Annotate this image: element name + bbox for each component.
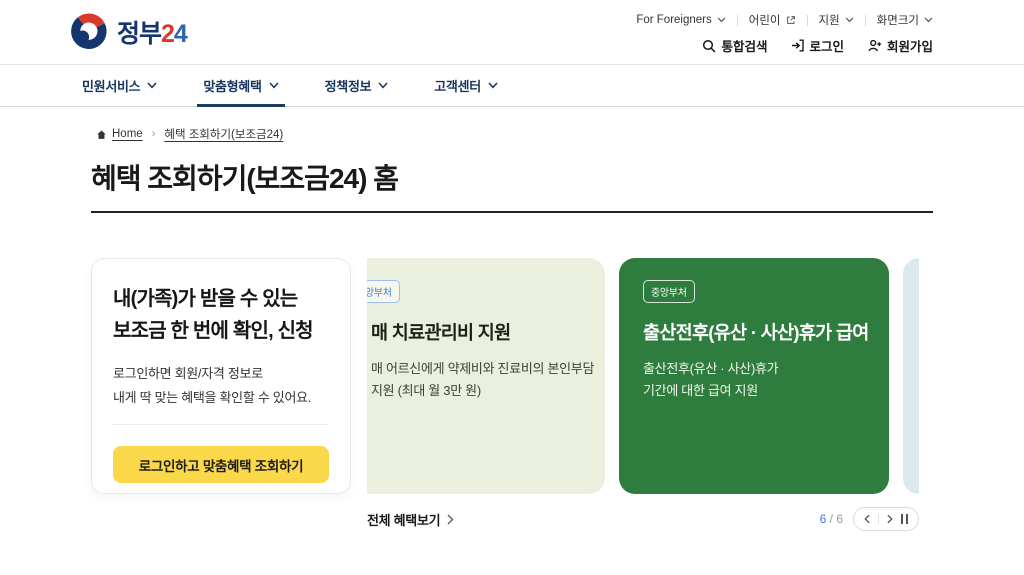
breadcrumb-current[interactable]: 혜택 조회하기(보조금24) [164, 126, 283, 142]
carousel-footer: 전체 혜택보기 6 / 6 [367, 507, 919, 531]
breadcrumb-separator: › [151, 128, 156, 140]
login-and-check-benefits-button[interactable]: 로그인하고 맞춤혜택 조회하기 [113, 446, 329, 484]
promo-title: 내(가족)가 받을 수 있는 보조금 한 번에 확인, 신청 [113, 288, 314, 342]
chevron-right-icon [887, 514, 893, 524]
nav-item-customer-center[interactable]: 고객센터 [434, 65, 498, 106]
header-actions: 통합검색 로그인 회원가입 [702, 36, 933, 55]
logo-text: 정부24 [117, 20, 188, 48]
external-link-icon [786, 16, 795, 24]
login-promo-card: 내(가족)가 받을 수 있는 보조금 한 번에 확인, 신청 로그인하면 회원/… [91, 258, 351, 494]
chevron-down-icon [924, 17, 933, 23]
chevron-left-icon [864, 514, 870, 524]
nav-item-minwon[interactable]: 민원서비스 [82, 65, 157, 106]
chevron-down-icon [378, 82, 388, 89]
login-icon [792, 39, 805, 52]
pager-prev-button[interactable] [864, 514, 870, 524]
gov24-logo[interactable]: 정부24 [68, 12, 188, 52]
breadcrumb: Home › 혜택 조회하기(보조금24) [96, 126, 933, 142]
chevron-right-icon [447, 513, 454, 525]
search-icon [703, 39, 716, 53]
nav-item-custom-benefits[interactable]: 맞춤형혜택 [197, 65, 285, 107]
benefits-carousel: 중앙부처 매 치료관리비 지원 매 어르신에게 약제비와 진료비의 본인부담 지… [367, 258, 919, 494]
benefit-card-next-partial[interactable] [903, 258, 919, 494]
pager-next-button[interactable] [887, 514, 893, 524]
header-right: For Foreigners 어린이 지원 화면크기 통합검색 로그인 회원가입 [636, 9, 933, 55]
agency-badge: 중앙부처 [367, 280, 400, 303]
pager-controls [853, 507, 919, 531]
divider [864, 14, 866, 26]
unified-search-button[interactable]: 통합검색 [702, 36, 767, 55]
page-title: 혜택 조회하기(보조금24) 홈 [91, 163, 399, 194]
benefit-card-dementia-treatment[interactable]: 중앙부처 매 치료관리비 지원 매 어르신에게 약제비와 진료비의 본인부담 지… [367, 258, 605, 494]
chevron-down-icon [269, 82, 279, 89]
benefit-description: 출산전후(유산 · 사산)휴가 기간에 대한 급여 지원 [643, 361, 779, 399]
divider [806, 14, 808, 26]
signup-button[interactable]: 회원가입 [868, 36, 933, 55]
breadcrumb-home[interactable]: Home [96, 128, 143, 140]
pager-divider [878, 514, 879, 524]
chevron-down-icon [845, 17, 854, 23]
link-children[interactable]: 어린이 [749, 12, 796, 28]
header: 정부24 For Foreigners 어린이 지원 화면크기 통합검색 로그인… [0, 0, 1024, 64]
chevron-down-icon [717, 17, 726, 23]
carousel-track: 중앙부처 매 치료관리비 지원 매 어르신에게 약제비와 진료비의 본인부담 지… [367, 258, 919, 494]
benefit-card-maternity-leave-pay[interactable]: 중앙부처 출산전후(유산 · 사산)휴가 급여 출산전후(유산 · 사산)휴가 … [619, 258, 889, 494]
benefit-title: 출산전후(유산 · 사산)휴가 급여 [643, 322, 869, 343]
nav-item-policy-info[interactable]: 정책정보 [325, 65, 389, 106]
benefit-title: 매 치료관리비 지원 [371, 322, 511, 343]
user-add-icon [868, 39, 882, 52]
main-nav: 민원서비스 맞춤형혜택 정책정보 고객센터 [0, 64, 1024, 107]
link-support[interactable]: 지원 [819, 12, 854, 28]
login-button[interactable]: 로그인 [791, 36, 844, 55]
chevron-down-icon [147, 82, 157, 89]
benefit-description: 매 어르신에게 약제비와 진료비의 본인부담 지원 (최대 월 3만 원) [371, 361, 595, 399]
promo-divider [113, 424, 329, 426]
agency-badge: 중앙부처 [643, 280, 695, 303]
pager-pause-button[interactable] [901, 514, 908, 524]
carousel-pager: 6 / 6 [820, 507, 919, 531]
home-icon [97, 129, 106, 139]
view-all-benefits-link[interactable]: 전체 혜택보기 [367, 510, 454, 529]
title-rule [91, 211, 933, 213]
link-screen-size[interactable]: 화면크기 [877, 12, 933, 28]
utility-links: For Foreigners 어린이 지원 화면크기 [636, 12, 933, 28]
divider [736, 14, 738, 26]
pause-icon [901, 514, 908, 524]
promo-description: 로그인하면 회원/자격 정보로 내게 딱 맞는 혜택을 확인할 수 있어요. [113, 366, 312, 406]
chevron-down-icon [488, 82, 498, 89]
gov24-symbol-icon [68, 12, 108, 52]
pager-count: 6 / 6 [819, 512, 843, 526]
benefits-section: 내(가족)가 받을 수 있는 보조금 한 번에 확인, 신청 로그인하면 회원/… [91, 258, 1024, 494]
link-for-foreigners[interactable]: For Foreigners [636, 14, 726, 26]
